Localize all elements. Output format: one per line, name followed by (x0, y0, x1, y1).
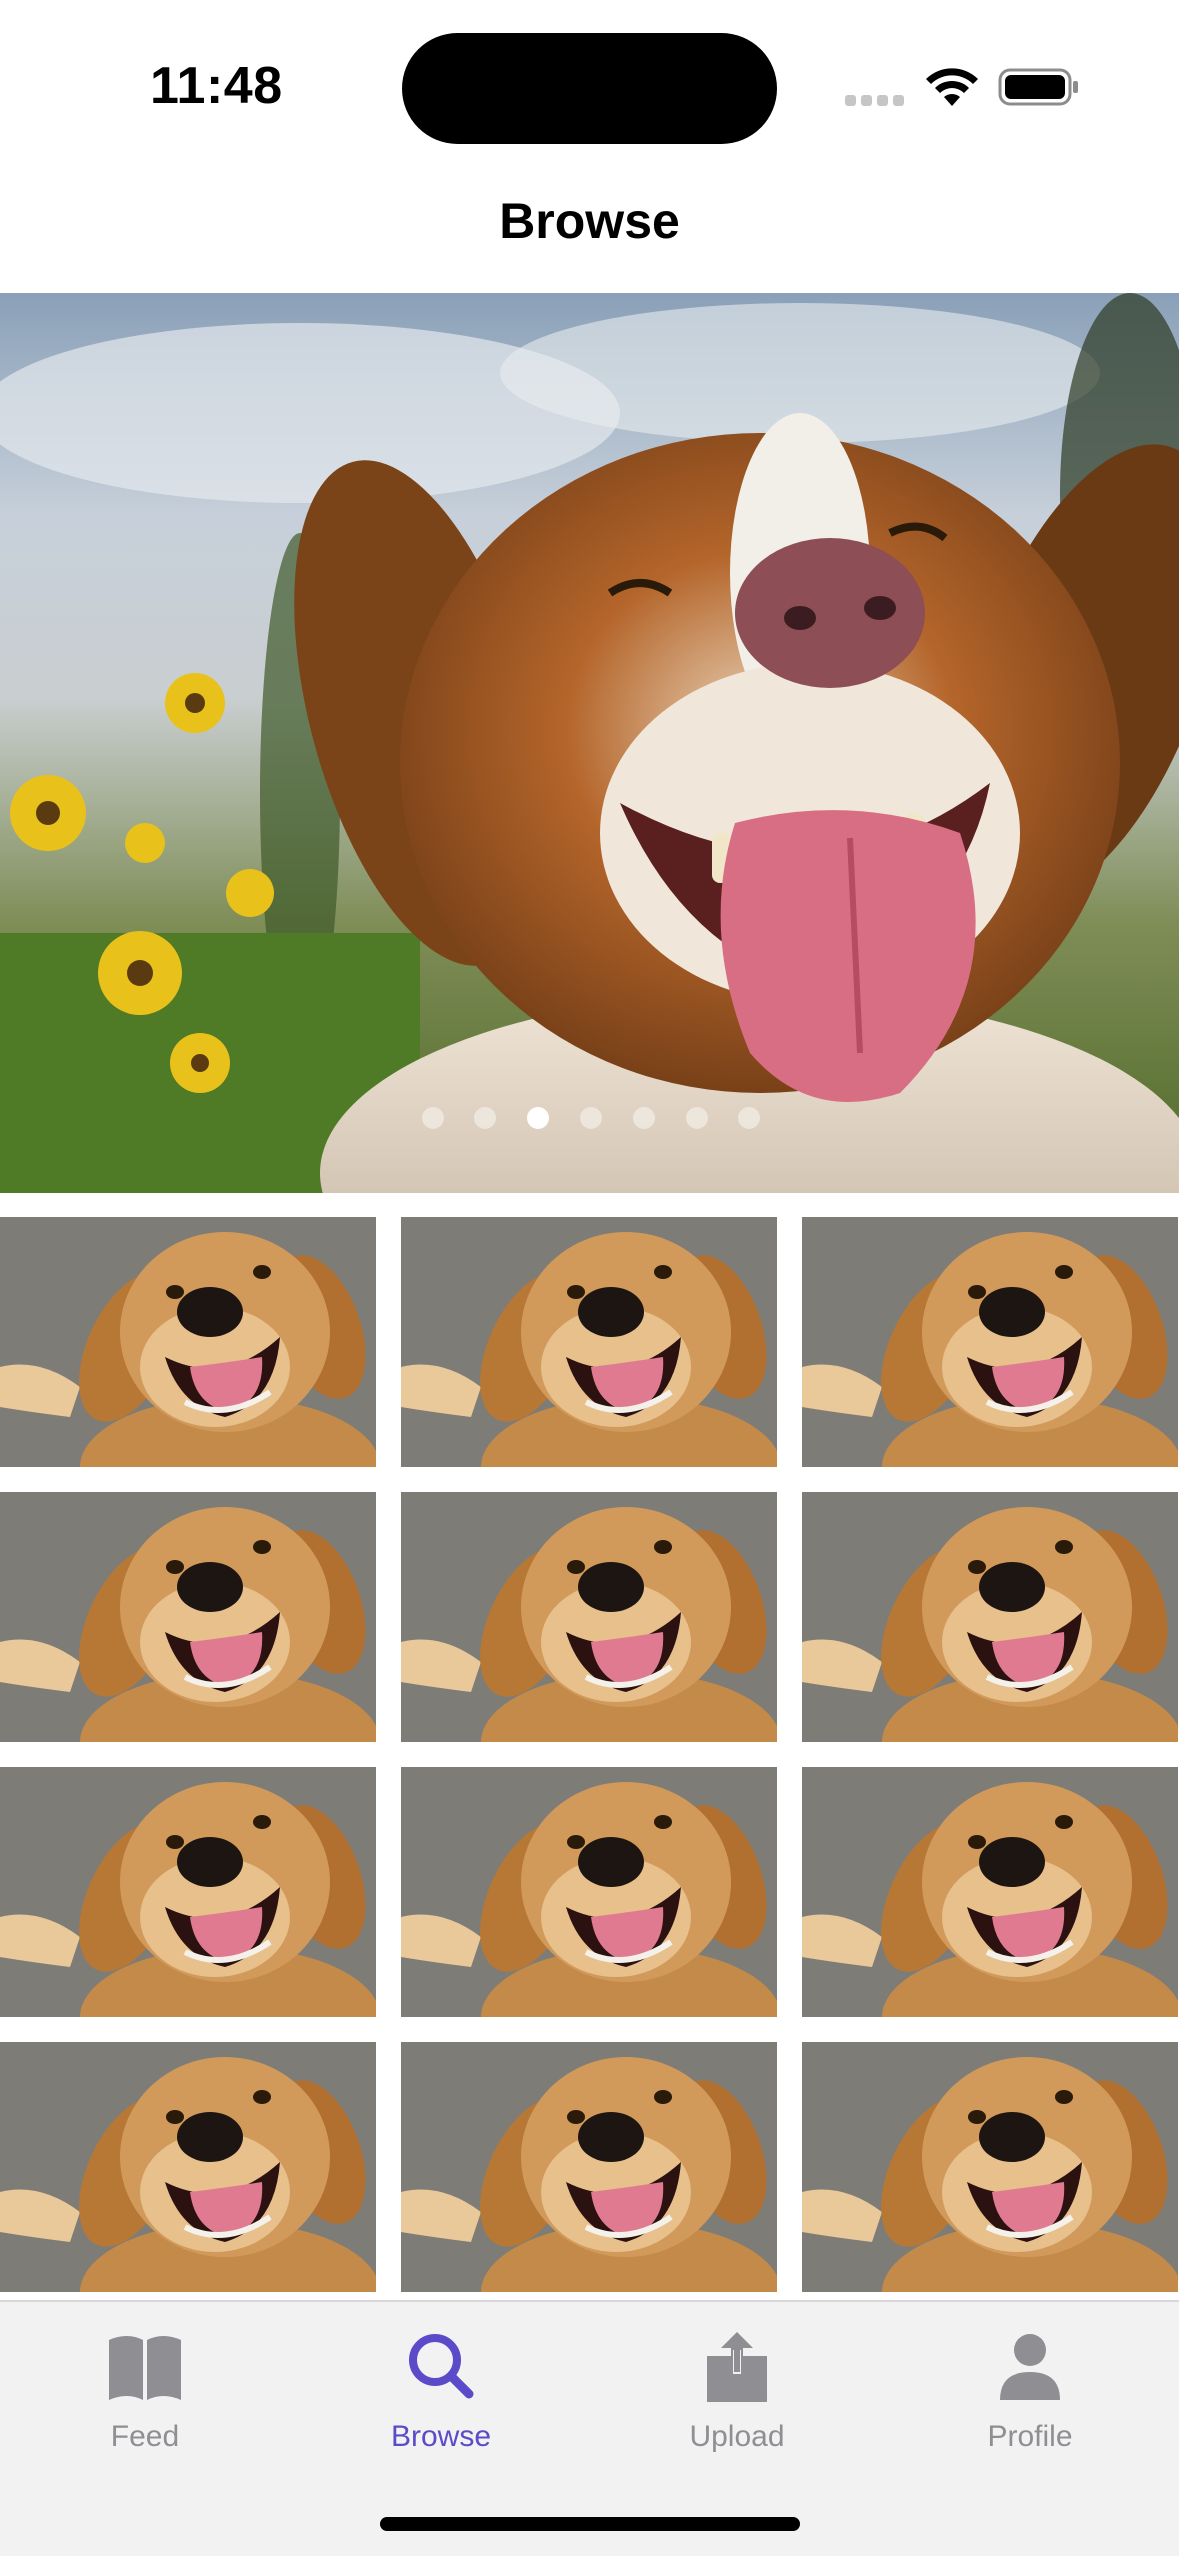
battery-icon (998, 68, 1078, 106)
tab-profile[interactable]: Profile (920, 2328, 1140, 2478)
featured-dog-photo (0, 293, 1179, 1193)
featured-carousel[interactable] (0, 293, 1179, 1193)
dog-photo (0, 2042, 376, 2292)
grid-photo-tile[interactable] (0, 1492, 376, 1742)
tab-feed-label: Feed (110, 2420, 180, 2453)
grid-photo-tile[interactable] (0, 2042, 376, 2292)
status-bar: 11:48 (0, 0, 1179, 170)
cellular-signal-icon (845, 95, 905, 107)
dog-photo (401, 1767, 777, 2017)
home-indicator (380, 2517, 800, 2531)
grid-photo-tile[interactable] (802, 2042, 1178, 2292)
tab-bar: Feed Browse Upload Profile (0, 2300, 1179, 2556)
grid-photo-tile[interactable] (401, 1492, 777, 1742)
dog-photo (401, 1217, 777, 1467)
upload-icon (707, 2332, 767, 2402)
grid-photo-tile[interactable] (401, 2042, 777, 2292)
dog-photo (802, 2042, 1178, 2292)
dog-photo (401, 2042, 777, 2292)
page-dot[interactable] (474, 1107, 496, 1129)
tab-browse-label: Browse (390, 2420, 492, 2453)
grid-photo-tile[interactable] (802, 1492, 1178, 1742)
dog-photo (0, 1767, 376, 2017)
dog-photo (401, 1492, 777, 1742)
dog-photo (802, 1767, 1178, 2017)
tab-upload[interactable]: Upload (627, 2328, 847, 2478)
page-dot[interactable] (686, 1107, 708, 1129)
grid-photo-tile[interactable] (0, 1767, 376, 2017)
grid-photo-tile[interactable] (401, 1767, 777, 2017)
tab-profile-label: Profile (987, 2420, 1073, 2453)
dynamic-island (402, 33, 777, 144)
search-icon (409, 2334, 474, 2399)
tab-browse[interactable]: Browse (331, 2328, 551, 2478)
dog-photo (802, 1217, 1178, 1467)
page-title: Browse (499, 193, 680, 249)
status-time: 11:48 (150, 57, 283, 115)
page-dot[interactable] (633, 1107, 655, 1129)
grid-photo-tile[interactable] (802, 1217, 1178, 1467)
wifi-icon (926, 68, 978, 106)
photo-grid (0, 1217, 1179, 2297)
grid-photo-tile[interactable] (802, 1767, 1178, 2017)
person-icon (1000, 2334, 1060, 2400)
page-dot[interactable] (738, 1107, 760, 1129)
grid-photo-tile[interactable] (0, 1217, 376, 1467)
dog-photo (802, 1492, 1178, 1742)
carousel-page-indicator[interactable] (0, 1107, 1179, 1131)
page-dot[interactable] (422, 1107, 444, 1129)
page-dot[interactable] (580, 1107, 602, 1129)
page-dot-current[interactable] (527, 1107, 549, 1129)
book-icon (109, 2336, 181, 2400)
grid-photo-tile[interactable] (401, 1217, 777, 1467)
dog-photo (0, 1492, 376, 1742)
tab-feed[interactable]: Feed (35, 2328, 255, 2478)
browse-screen: 11:48 Browse Feed Browse Upload Profile (0, 0, 1179, 2556)
tab-upload-label: Upload (689, 2420, 785, 2453)
dog-photo (0, 1217, 376, 1467)
